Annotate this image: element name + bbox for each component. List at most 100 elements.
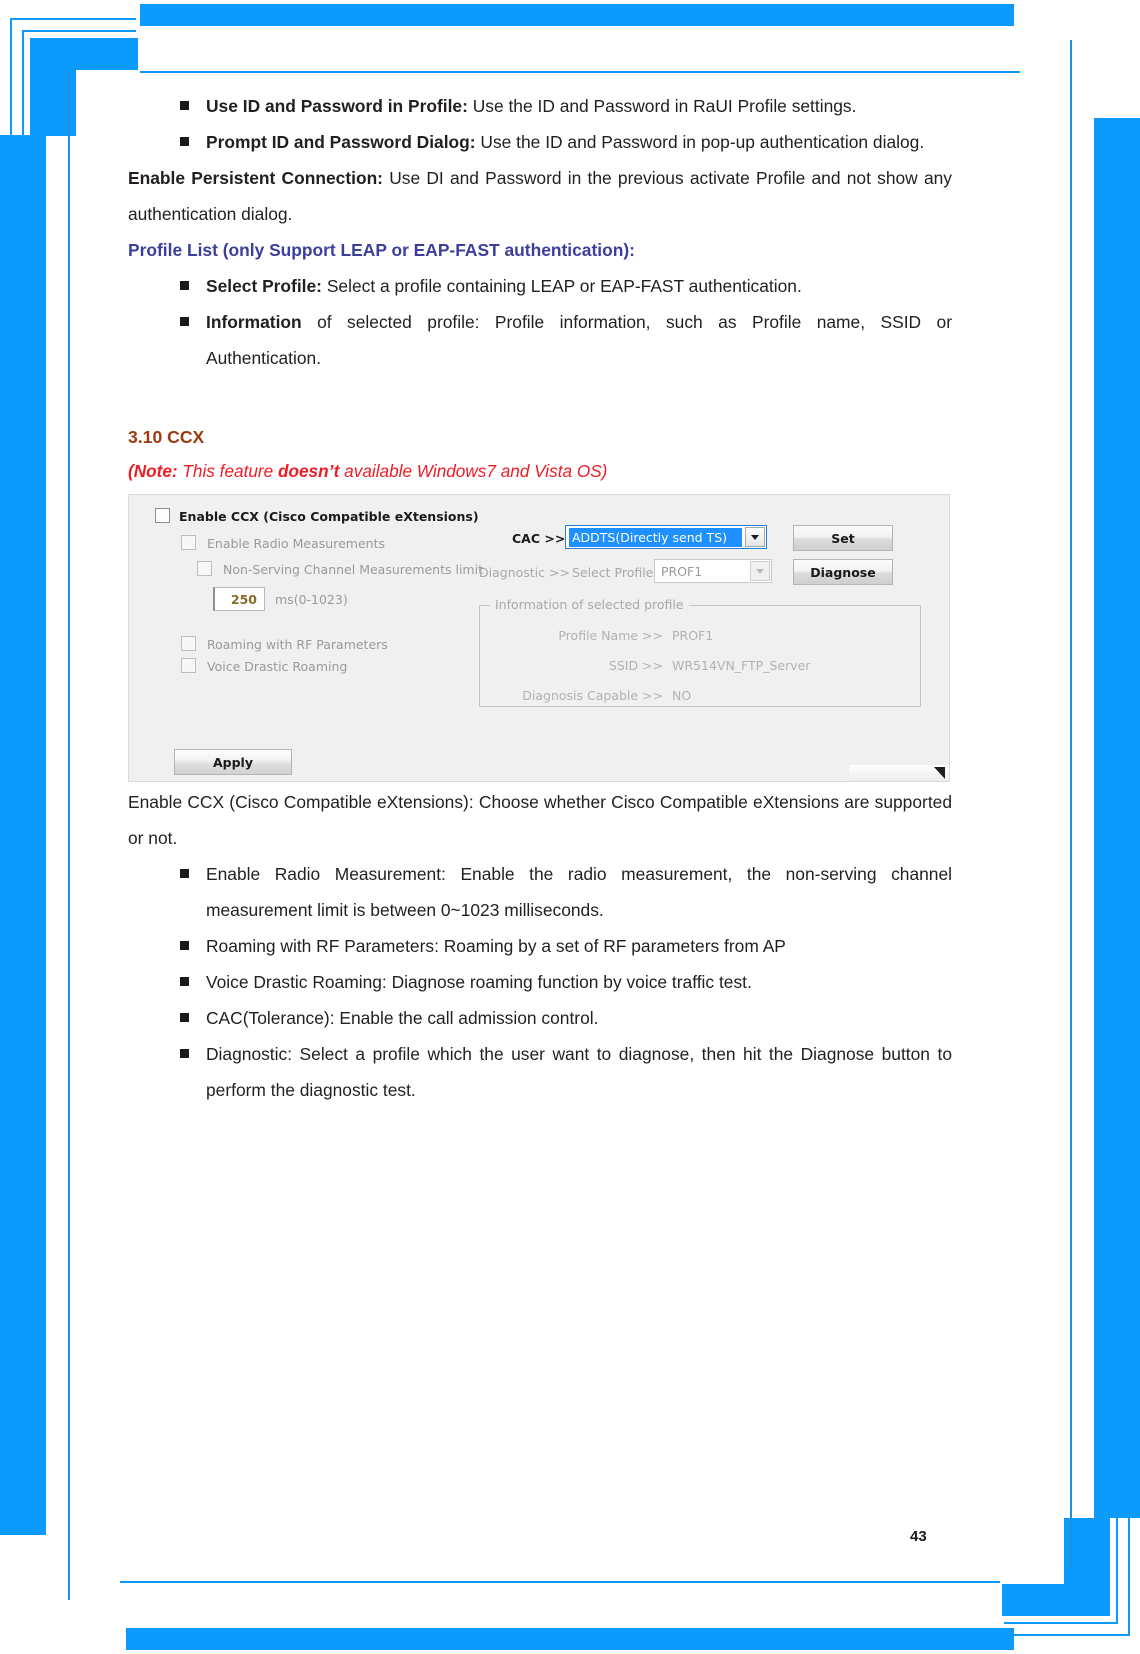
list-item: Diagnostic: Select a profile which the u… (180, 1036, 952, 1108)
label-select-profile: Select Profile (572, 565, 654, 580)
ccx-settings-screenshot: Enable CCX (Cisco Compatible eXtensions)… (128, 494, 950, 782)
note-emphasis: doesn’t (277, 461, 340, 481)
list-item: Voice Drastic Roaming: Diagnose roaming … (180, 964, 952, 1000)
document-content: Use ID and Password in Profile: Use the … (128, 88, 952, 1108)
frame-inner-rule-right (1070, 40, 1072, 1568)
frame-corner-line-inner-h (22, 30, 136, 32)
label-cac: CAC >> (512, 531, 566, 546)
bullet-text: Diagnostic: Select a profile which the u… (206, 1044, 952, 1100)
bullet-square-icon (180, 101, 189, 110)
checkbox-enable-ccx[interactable] (155, 508, 170, 523)
label-diagnosis-capable: Diagnosis Capable >> (522, 688, 663, 703)
frame-corner-top-left-block (30, 38, 138, 70)
frame-inner-rule-left (68, 72, 70, 1600)
persistent-connection-lead: Enable Persistent Connection: (128, 168, 383, 188)
bullet-text: Prompt ID and Password Dialog: Use the I… (206, 124, 952, 160)
frame-corner-br-line-outer-h (1004, 1634, 1130, 1636)
checkbox-enable-radio-measurements[interactable] (181, 535, 196, 550)
info-group-title: Information of selected profile (490, 597, 689, 612)
frame-top-rule (140, 71, 1020, 73)
frame-corner-line-outer-h (10, 18, 136, 20)
frame-top-bar (140, 4, 1014, 26)
bullet-lead: Use ID and Password in Profile: (206, 96, 468, 116)
frame-corner-line-outer-v (10, 18, 12, 136)
label-non-serving-channel-limit: Non-Serving Channel Measurements limit (223, 562, 483, 577)
enable-ccx-paragraph: Enable CCX (Cisco Compatible eXtensions)… (128, 792, 952, 848)
bullet-rest: Select a profile containing LEAP or EAP-… (321, 276, 802, 296)
list-item: Prompt ID and Password Dialog: Use the I… (180, 124, 952, 160)
checkbox-non-serving-channel-limit[interactable] (197, 561, 212, 576)
cac-selected-value: ADDTS(Directly send TS) (569, 528, 742, 547)
label-enable-ccx: Enable CCX (Cisco Compatible eXtensions) (179, 509, 479, 524)
bullet-square-icon (180, 869, 189, 878)
list-item: Enable Radio Measurement: Enable the rad… (180, 856, 952, 928)
label-profile-name: Profile Name >> (558, 628, 663, 643)
persistent-connection-paragraph: Enable Persistent Connection: Use DI and… (128, 160, 952, 232)
frame-left-bar (0, 135, 46, 1535)
chevron-down-icon[interactable] (745, 527, 765, 547)
label-diagnostic: Diagnostic >> (479, 565, 570, 580)
info-of-selected-profile-group: Information of selected profile Profile … (479, 597, 921, 707)
frame-corner-bottom-right-block (1002, 1584, 1110, 1616)
bullet-lead: Prompt ID and Password Dialog: (206, 132, 476, 152)
frame-bottom-bar (126, 1628, 1014, 1650)
bullet-text: Enable Radio Measurement: Enable the rad… (206, 864, 952, 920)
label-ssid: SSID >> (608, 658, 663, 673)
label-enable-radio-measurements: Enable Radio Measurements (207, 536, 385, 551)
list-item: Roaming with RF Parameters: Roaming by a… (180, 928, 952, 964)
list-item: Information of selected profile: Profile… (180, 304, 952, 376)
bullet-rest: of selected profile: Profile information… (206, 312, 952, 368)
list-item: Select Profile: Select a profile contain… (180, 268, 952, 304)
value-profile-name: PROF1 (672, 628, 714, 643)
non-serving-limit-input[interactable]: 250 (213, 587, 265, 611)
bullet-text: CAC(Tolerance): Enable the call admissio… (206, 1008, 599, 1028)
note-tail: available Windows7 and Vista OS) (339, 461, 608, 481)
bullet-square-icon (180, 317, 189, 326)
bullet-square-icon (180, 1049, 189, 1058)
bullet-text: Roaming with RF Parameters: Roaming by a… (206, 936, 786, 956)
list-item: CAC(Tolerance): Enable the call admissio… (180, 1000, 952, 1036)
section-heading: 3.10 CCX (128, 427, 205, 447)
bullet-text: Use ID and Password in Profile: Use the … (206, 88, 952, 124)
checkbox-voice-drastic-roaming[interactable] (181, 658, 196, 673)
page-number: 43 (910, 1528, 927, 1545)
value-ssid: WR514VN_FTP_Server (672, 658, 811, 673)
list-item: Use ID and Password in Profile: Use the … (180, 88, 952, 124)
cac-select[interactable]: ADDTS(Directly send TS) (565, 525, 767, 549)
diagnose-button[interactable]: Diagnose (793, 559, 893, 585)
frame-corner-br-line-inner-v (1116, 1518, 1118, 1624)
checkbox-roaming-with-rf[interactable] (181, 636, 196, 651)
bullet-text: Information of selected profile: Profile… (206, 304, 952, 376)
note-mid: This feature (177, 461, 278, 481)
select-profile-dropdown[interactable]: PROF1 (654, 559, 772, 583)
frame-corner-line-inner-v (22, 30, 24, 136)
non-serving-limit-value: 250 (230, 592, 257, 607)
note-line: (Note: This feature doesn’t available Wi… (128, 454, 952, 488)
label-ms-range: ms(0-1023) (275, 592, 348, 607)
bullet-square-icon (180, 1013, 189, 1022)
frame-bottom-rule (120, 1581, 1000, 1583)
label-roaming-with-rf: Roaming with RF Parameters (207, 637, 388, 652)
apply-button[interactable]: Apply (174, 749, 292, 775)
frame-corner-br-line-outer-v (1128, 1518, 1130, 1636)
bullet-square-icon (180, 137, 189, 146)
bullet-square-icon (180, 977, 189, 986)
frame-corner-br-line-inner-h (1004, 1622, 1118, 1624)
value-diagnosis-capable: NO (672, 688, 692, 703)
bullet-lead: Information (206, 312, 302, 332)
bullet-text: Voice Drastic Roaming: Diagnose roaming … (206, 972, 752, 992)
frame-corner-top-left-stub (30, 38, 76, 136)
frame-corner-bottom-right-stub (1064, 1518, 1110, 1616)
note-lead: (Note: (128, 461, 178, 481)
bullet-square-icon (180, 941, 189, 950)
chevron-down-icon[interactable] (750, 561, 770, 581)
set-button[interactable]: Set (793, 525, 893, 551)
bullet-square-icon (180, 281, 189, 290)
frame-right-bar (1094, 118, 1140, 1518)
bullet-text: Select Profile: Select a profile contain… (206, 268, 952, 304)
bullet-rest: Use the ID and Password in RaUI Profile … (467, 96, 857, 116)
bullet-rest: Use the ID and Password in pop-up authen… (475, 132, 925, 152)
profile-list-heading: Profile List (only Support LEAP or EAP-F… (128, 240, 635, 260)
mouse-cursor-icon (934, 767, 945, 779)
label-voice-drastic-roaming: Voice Drastic Roaming (207, 659, 348, 674)
